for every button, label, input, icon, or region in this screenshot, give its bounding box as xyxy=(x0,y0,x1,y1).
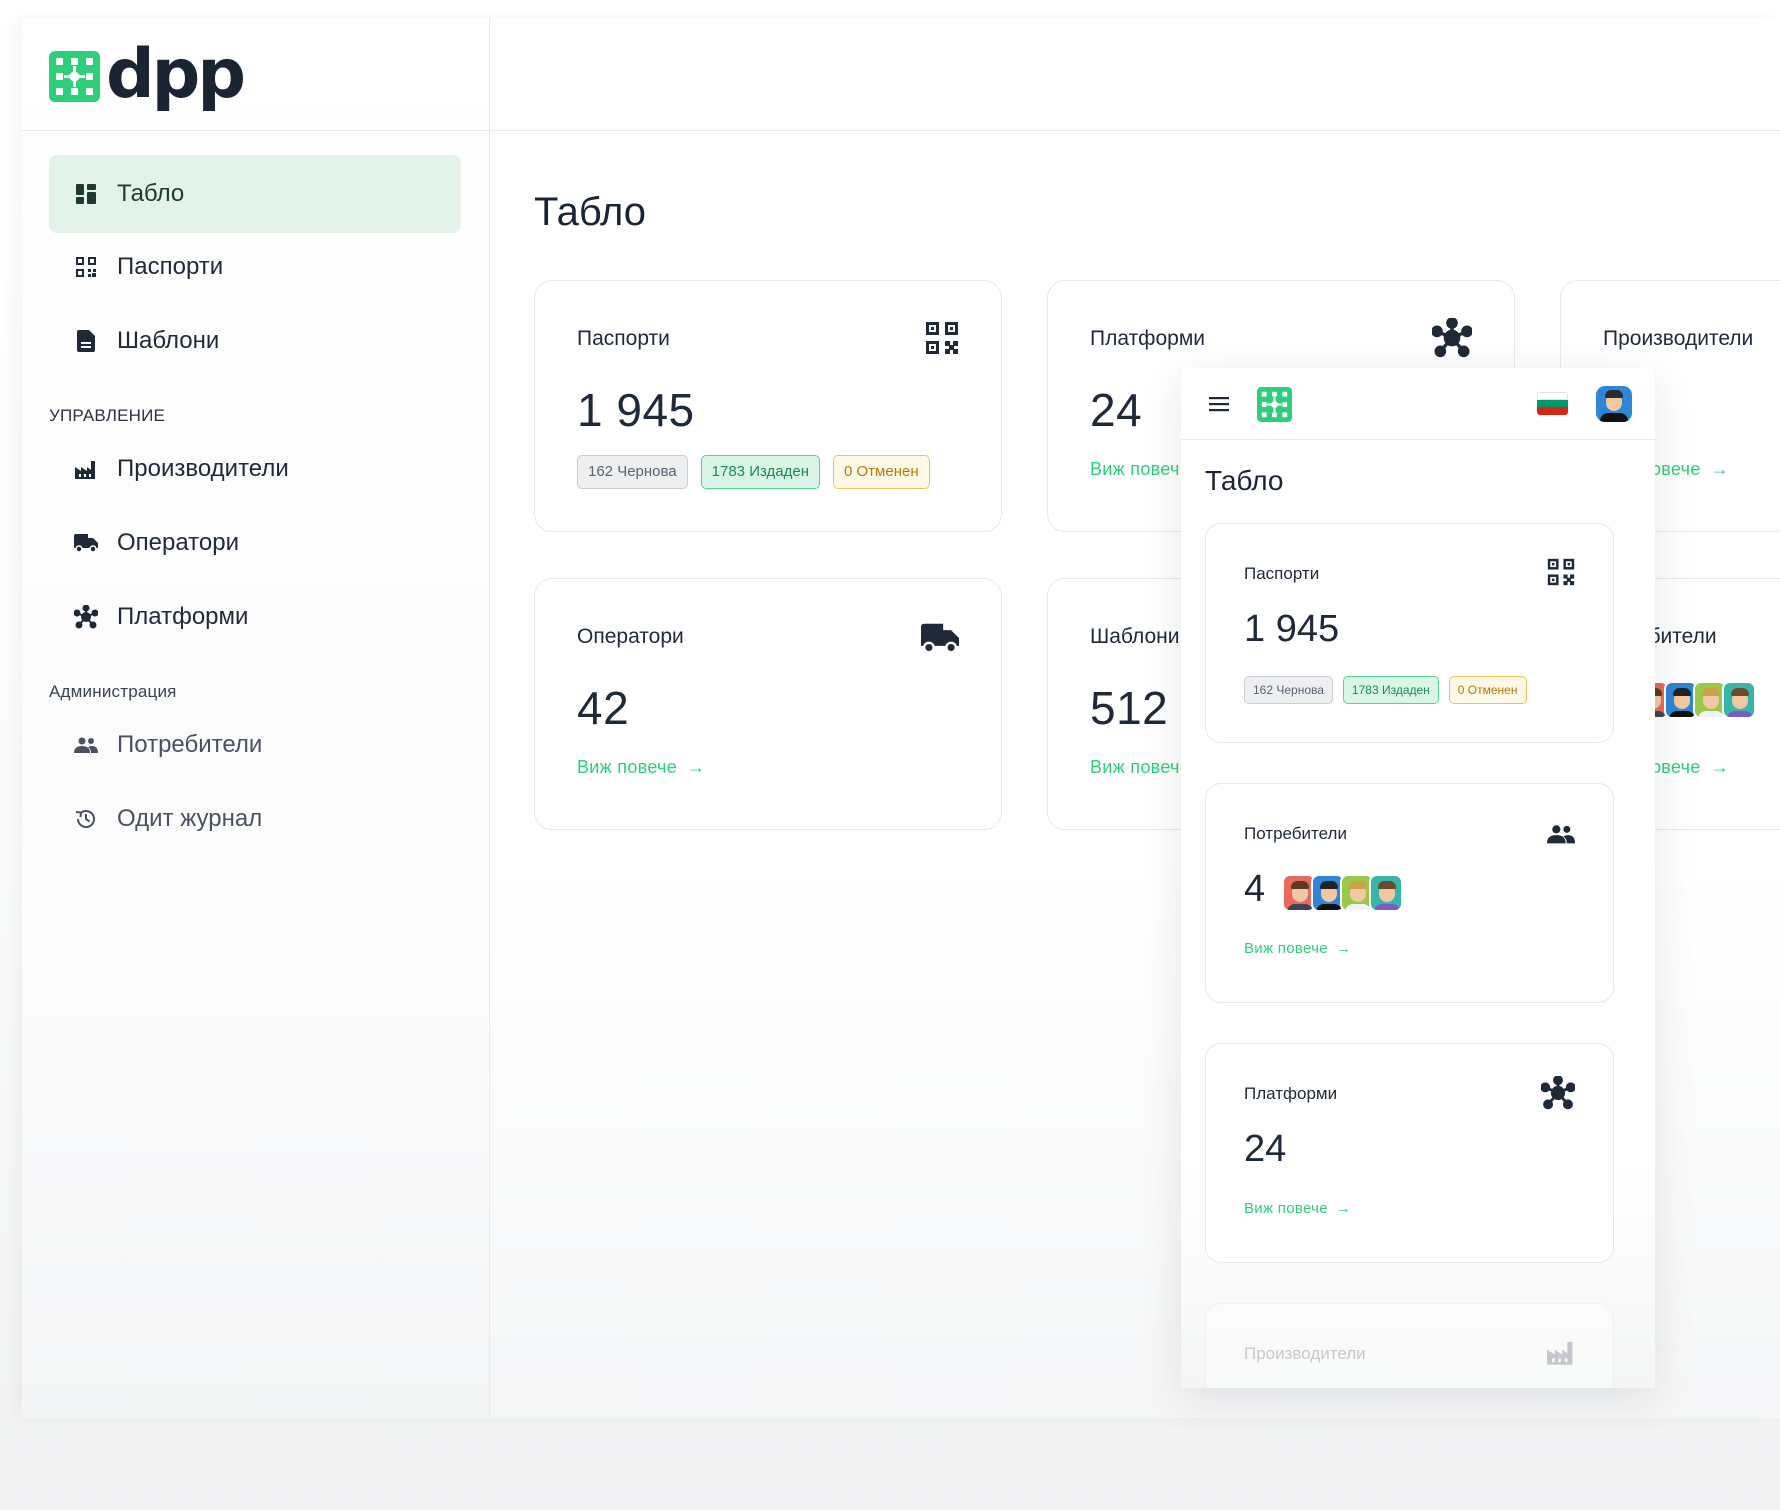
sidebar-item-label: Оператори xyxy=(117,529,240,556)
arrow-right-icon: → xyxy=(1335,940,1352,957)
see-more-label: Виж повече xyxy=(1244,1200,1328,1217)
sidebar-item-dashboard[interactable]: Табло xyxy=(49,155,461,233)
see-more-link[interactable]: овече → xyxy=(1651,459,1729,480)
truck-icon xyxy=(921,623,959,653)
status-badges: 162 Чернова 1783 Издаден 0 Отменен xyxy=(577,455,930,489)
users-icon xyxy=(73,732,99,758)
operators-card[interactable]: Оператори 42 Виж повече → xyxy=(534,578,1002,830)
card-label: Платформи xyxy=(1244,1084,1338,1103)
user-avatar[interactable] xyxy=(1596,386,1632,422)
mobile-users-card[interactable]: Потребители 4 Виж повече → xyxy=(1205,783,1614,1003)
see-more-link[interactable]: овече → xyxy=(1651,757,1729,778)
see-more-label: Виж повеч xyxy=(1090,459,1180,479)
mobile-producers-card[interactable]: Производители xyxy=(1205,1303,1614,1388)
status-badges: 162 Чернова 1783 Издаден 0 Отменен xyxy=(1244,676,1527,704)
card-label: Производители xyxy=(1244,1344,1366,1363)
sidebar: dpp Табло Паспорти Шаблони УПРАВЛЕНИЕ Пр… xyxy=(22,18,490,1418)
topbar xyxy=(490,18,1780,131)
user-avatars xyxy=(1282,874,1403,912)
sidebar-item-label: Потребители xyxy=(117,731,263,758)
see-more-link[interactable]: Виж повече → xyxy=(1244,1200,1351,1217)
logo-icon[interactable] xyxy=(49,51,100,102)
see-more-link[interactable]: Виж повеч xyxy=(1090,757,1180,778)
card-label: Оператори xyxy=(577,625,684,648)
factory-icon xyxy=(1547,1341,1573,1365)
see-more-label: овече xyxy=(1651,757,1701,777)
qr-code-icon xyxy=(926,322,958,354)
sidebar-item-label: Производители xyxy=(117,455,289,482)
card-value: 1 945 xyxy=(1244,608,1340,650)
users-icon xyxy=(1547,825,1575,844)
sidebar-item-label: Шаблони xyxy=(117,327,220,354)
see-more-link[interactable]: Виж повеч xyxy=(1090,459,1180,480)
see-more-label: Виж повече xyxy=(577,757,678,777)
card-value: 24 xyxy=(1244,1128,1287,1170)
hub-icon xyxy=(73,604,99,630)
arrow-right-icon: → xyxy=(687,757,706,777)
hub-icon xyxy=(1541,1076,1575,1110)
card-value: 4 xyxy=(1244,868,1266,910)
card-label: Шаблони xyxy=(1090,625,1180,648)
factory-icon xyxy=(73,456,99,482)
sidebar-item-producers[interactable]: Производители xyxy=(49,430,461,508)
card-value: 42 xyxy=(577,682,630,734)
see-more-label: Виж повече xyxy=(1244,940,1328,957)
status-badge-cancelled[interactable]: 0 Отменен xyxy=(1448,676,1527,704)
card-value: 1 945 xyxy=(577,384,695,436)
card-value: 512 xyxy=(1090,682,1169,734)
arrow-right-icon: → xyxy=(1335,1200,1352,1217)
card-label: Производители xyxy=(1603,327,1754,350)
mobile-preview: Табло Паспорти 1 945 162 Чернова 1783 Из… xyxy=(1181,368,1655,1388)
mobile-topbar xyxy=(1181,368,1655,440)
qr-code-icon xyxy=(73,254,99,280)
status-badge-draft[interactable]: 162 Чернова xyxy=(1244,676,1333,704)
sidebar-item-operators[interactable]: Оператори xyxy=(49,504,461,582)
card-label: Паспорти xyxy=(577,327,670,350)
qr-code-icon xyxy=(1547,558,1575,586)
sidebar-item-templates[interactable]: Шаблони xyxy=(49,302,461,380)
sidebar-item-label: Платформи xyxy=(117,603,249,630)
avatar[interactable] xyxy=(1722,681,1756,719)
arrow-right-icon: → xyxy=(1710,757,1729,777)
status-badge-issued[interactable]: 1783 Издаден xyxy=(700,455,820,489)
passports-card[interactable]: Паспорти 1 945 162 Чернова 1783 Издаден … xyxy=(534,280,1002,532)
sidebar-item-label: Табло xyxy=(117,180,185,207)
sidebar-section-manage: УПРАВЛЕНИЕ xyxy=(49,406,166,425)
see-more-link[interactable]: Виж повече → xyxy=(577,757,705,778)
sidebar-item-users[interactable]: Потребители xyxy=(49,706,461,784)
logo-icon[interactable] xyxy=(1257,387,1292,422)
status-badge-issued[interactable]: 1783 Издаден xyxy=(1342,676,1439,704)
sidebar-item-label: Паспорти xyxy=(117,253,224,280)
sidebar-item-audit-log[interactable]: Одит журнал xyxy=(49,780,461,858)
sidebar-section-admin: Администрация xyxy=(49,682,177,701)
history-icon xyxy=(73,806,99,832)
see-more-label: Виж повеч xyxy=(1090,757,1180,777)
hamburger-icon[interactable] xyxy=(1207,392,1231,416)
avatar[interactable] xyxy=(1369,874,1403,912)
arrow-right-icon: → xyxy=(1710,459,1729,479)
mobile-page-title: Табло xyxy=(1205,465,1284,496)
status-badge-cancelled[interactable]: 0 Отменен xyxy=(833,455,930,489)
card-label: Платформи xyxy=(1090,327,1205,350)
bulgaria-flag-icon[interactable] xyxy=(1537,392,1568,415)
logo-row: dpp xyxy=(22,18,490,131)
dashboard-icon xyxy=(73,181,99,207)
logo-wordmark: dpp xyxy=(106,35,246,114)
status-badge-draft[interactable]: 162 Чернова xyxy=(577,455,688,489)
mobile-passports-card[interactable]: Паспорти 1 945 162 Чернова 1783 Издаден … xyxy=(1205,523,1614,743)
mobile-platforms-card[interactable]: Платформи 24 Виж повече → xyxy=(1205,1043,1614,1263)
see-more-label: овече xyxy=(1651,459,1701,479)
sidebar-item-label: Одит журнал xyxy=(117,805,263,832)
card-label: Потребители xyxy=(1244,824,1347,843)
hub-icon xyxy=(1432,318,1472,358)
card-label: Паспорти xyxy=(1244,564,1320,583)
sidebar-item-passports[interactable]: Паспорти xyxy=(49,228,461,306)
sidebar-item-platforms[interactable]: Платформи xyxy=(49,578,461,656)
page-title: Табло xyxy=(534,190,647,234)
see-more-link[interactable]: Виж повече → xyxy=(1244,940,1351,957)
card-value: 24 xyxy=(1090,384,1143,436)
document-icon xyxy=(73,328,99,354)
truck-icon xyxy=(73,530,99,556)
